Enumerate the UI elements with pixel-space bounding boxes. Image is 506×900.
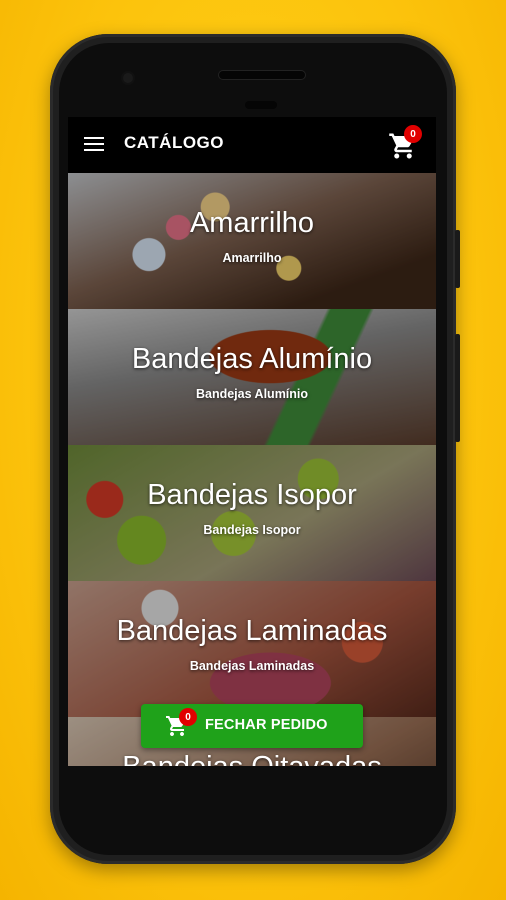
- category-card-bandejas-aluminio[interactable]: Bandejas Alumínio Bandejas Alumínio: [68, 309, 436, 445]
- category-list: Amarrilho Amarrilho Bandejas Alumínio Ba…: [68, 173, 436, 766]
- front-camera: [123, 73, 133, 83]
- category-title: Bandejas Alumínio: [131, 343, 373, 375]
- close-order-button[interactable]: 0 FECHAR PEDIDO: [141, 704, 363, 748]
- order-count-badge: 0: [179, 708, 197, 726]
- category-title: Amarrilho: [189, 207, 315, 239]
- category-title: Bandejas Isopor: [147, 479, 357, 511]
- category-subtitle: Amarrilho: [222, 251, 282, 265]
- close-order-label: FECHAR PEDIDO: [205, 717, 328, 733]
- category-title: Bandejas Laminadas: [116, 615, 388, 647]
- category-subtitle: Bandejas Laminadas: [189, 659, 315, 673]
- category-card-amarrilho[interactable]: Amarrilho Amarrilho: [68, 173, 436, 309]
- app-screen: CATÁLOGO 0 Amarrilho Amarrilho Bandejas …: [68, 117, 436, 766]
- category-card-bandejas-isopor[interactable]: Bandejas Isopor Bandejas Isopor: [68, 445, 436, 581]
- app-bar: CATÁLOGO 0: [68, 117, 436, 173]
- menu-icon[interactable]: [84, 137, 104, 153]
- page-title: CATÁLOGO: [124, 133, 225, 152]
- category-title: Bandejas Oitavadas: [68, 751, 436, 766]
- category-subtitle: Bandejas Isopor: [203, 523, 301, 537]
- volume-button: [455, 230, 460, 288]
- cart-count-badge: 0: [404, 125, 422, 143]
- earpiece-speaker: [219, 71, 305, 79]
- proximity-sensor: [245, 101, 277, 109]
- category-card-bandejas-laminadas[interactable]: Bandejas Laminadas Bandejas Laminadas: [68, 581, 436, 717]
- power-button: [455, 334, 460, 442]
- category-subtitle: Bandejas Alumínio: [195, 387, 309, 401]
